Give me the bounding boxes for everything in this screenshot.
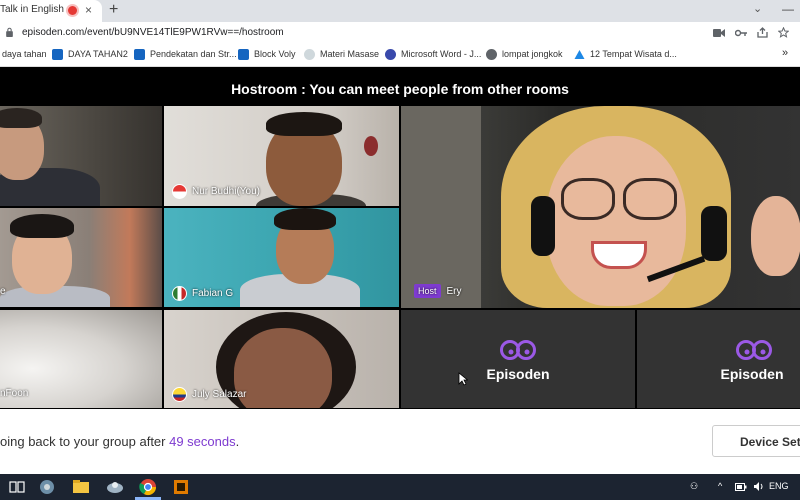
star-icon[interactable] — [778, 27, 789, 38]
bookmark-materi-masase[interactable]: Materi Masase — [320, 49, 379, 59]
countdown-seconds: 49 seconds — [169, 434, 236, 449]
glasses-left-lens — [561, 178, 615, 220]
bookmarks-more-button[interactable]: » — [782, 47, 788, 59]
participant-hair — [266, 112, 342, 136]
tray-expand-icon[interactable]: ^ — [718, 481, 722, 491]
globe-icon — [486, 49, 497, 60]
return-message-end: . — [235, 434, 240, 449]
participant-video-tile[interactable] — [0, 106, 162, 206]
camera-icon[interactable] — [713, 28, 725, 38]
participant-name-badge: Nur Budhi(You) — [172, 184, 260, 199]
empty-slot-tile: Episoden — [637, 310, 800, 408]
window-minimize-button[interactable]: — — [782, 2, 794, 16]
browser-tab-bar — [0, 0, 800, 22]
bookmark-lompat-jongkok[interactable]: lompat jongkok — [502, 49, 563, 59]
participant-hand — [751, 196, 800, 276]
language-indicator[interactable]: ENG — [769, 481, 789, 491]
empty-slot-tile: Episoden — [401, 310, 635, 408]
globe-icon — [304, 49, 315, 60]
tab-close-icon[interactable]: × — [85, 3, 92, 17]
participant-smile — [591, 241, 647, 269]
participant-name: July Salazar — [192, 389, 247, 400]
participant-name-badge: Fabian G — [172, 286, 233, 301]
participant-hair — [0, 108, 42, 128]
tab-search-icon[interactable]: ⌄ — [753, 2, 762, 15]
colombia-flag-icon — [172, 387, 187, 402]
app-icon[interactable] — [104, 476, 126, 498]
participant-name: e — [0, 286, 6, 297]
bookmark-pendekatan[interactable]: Pendekatan dan Str... — [150, 49, 237, 59]
episoden-logo-icon — [500, 340, 536, 360]
bookmark-favicon-icon — [238, 49, 249, 60]
participant-face — [546, 136, 686, 306]
mouse-cursor-icon — [458, 372, 468, 386]
bookmark-microsoft-word[interactable]: Microsoft Word - J... — [401, 49, 481, 59]
volume-icon[interactable] — [753, 481, 765, 492]
participant-video-tile[interactable] — [0, 208, 162, 307]
host-name-badge: Host Ery — [414, 284, 462, 298]
participant-name: nFoon — [0, 388, 29, 399]
new-tab-button[interactable]: + — [109, 1, 118, 19]
file-explorer-icon[interactable] — [70, 476, 92, 498]
italy-flag-icon — [172, 286, 187, 301]
app-icon[interactable] — [170, 476, 192, 498]
bookmark-favicon-icon — [385, 49, 396, 60]
glasses-right-lens — [623, 178, 677, 220]
return-countdown-message: oing back to your group after 49 seconds… — [0, 434, 239, 449]
bookmark-12-tempat-wisata[interactable]: 12 Tempat Wisata d... — [590, 49, 677, 59]
wall-panel — [401, 106, 481, 308]
share-icon[interactable] — [757, 27, 768, 38]
recording-indicator-icon — [68, 6, 77, 15]
episoden-logo-icon — [736, 340, 772, 360]
wall-object — [364, 136, 378, 156]
participant-name: Ery — [446, 285, 462, 297]
drive-icon — [574, 50, 585, 59]
room-banner: Hostroom : You can meet people from othe… — [231, 81, 569, 97]
participant-name-badge: nFoon — [0, 388, 28, 399]
headphone-left — [531, 196, 555, 256]
app-icon[interactable] — [36, 476, 58, 498]
tab-title: Talk in English — [0, 4, 64, 15]
bookmark-favicon-icon — [134, 49, 145, 60]
participant-name-badge: July Salazar — [172, 387, 246, 402]
participant-name: Fabian G — [192, 288, 234, 299]
headphone-right — [701, 206, 727, 261]
host-video-tile[interactable] — [401, 106, 800, 308]
participant-name: Nur Budhi(You) — [192, 186, 261, 197]
key-icon[interactable] — [735, 28, 747, 38]
bookmark-block-voly[interactable]: Block Voly — [254, 49, 296, 59]
people-icon[interactable]: ⚇ — [690, 481, 698, 492]
host-badge: Host — [414, 284, 441, 298]
task-view-icon[interactable] — [6, 476, 28, 498]
bookmark-daya-tahan2[interactable]: DAYA TAHAN2 — [68, 49, 128, 59]
return-message-text: oing back to your group after — [0, 434, 170, 449]
bookmark-favicon-icon — [52, 49, 63, 60]
device-settings-button[interactable]: Device Set — [712, 425, 800, 457]
participant-hair — [274, 208, 336, 230]
battery-icon[interactable] — [735, 483, 747, 491]
lock-icon[interactable] — [5, 27, 14, 37]
episoden-logo-text: Episoden — [486, 366, 550, 382]
participant-hair — [10, 214, 74, 238]
participant-name-badge: e — [0, 286, 6, 297]
episoden-logo-text: Episoden — [720, 366, 784, 382]
chrome-icon[interactable] — [137, 476, 159, 498]
participant-face — [234, 328, 332, 408]
url-field[interactable]: episoden.com/event/bU9NVE14TlE9PW1RVw==/… — [22, 27, 284, 38]
indonesia-flag-icon — [172, 184, 187, 199]
bookmark-daya-tahan[interactable]: daya tahan — [2, 49, 47, 59]
